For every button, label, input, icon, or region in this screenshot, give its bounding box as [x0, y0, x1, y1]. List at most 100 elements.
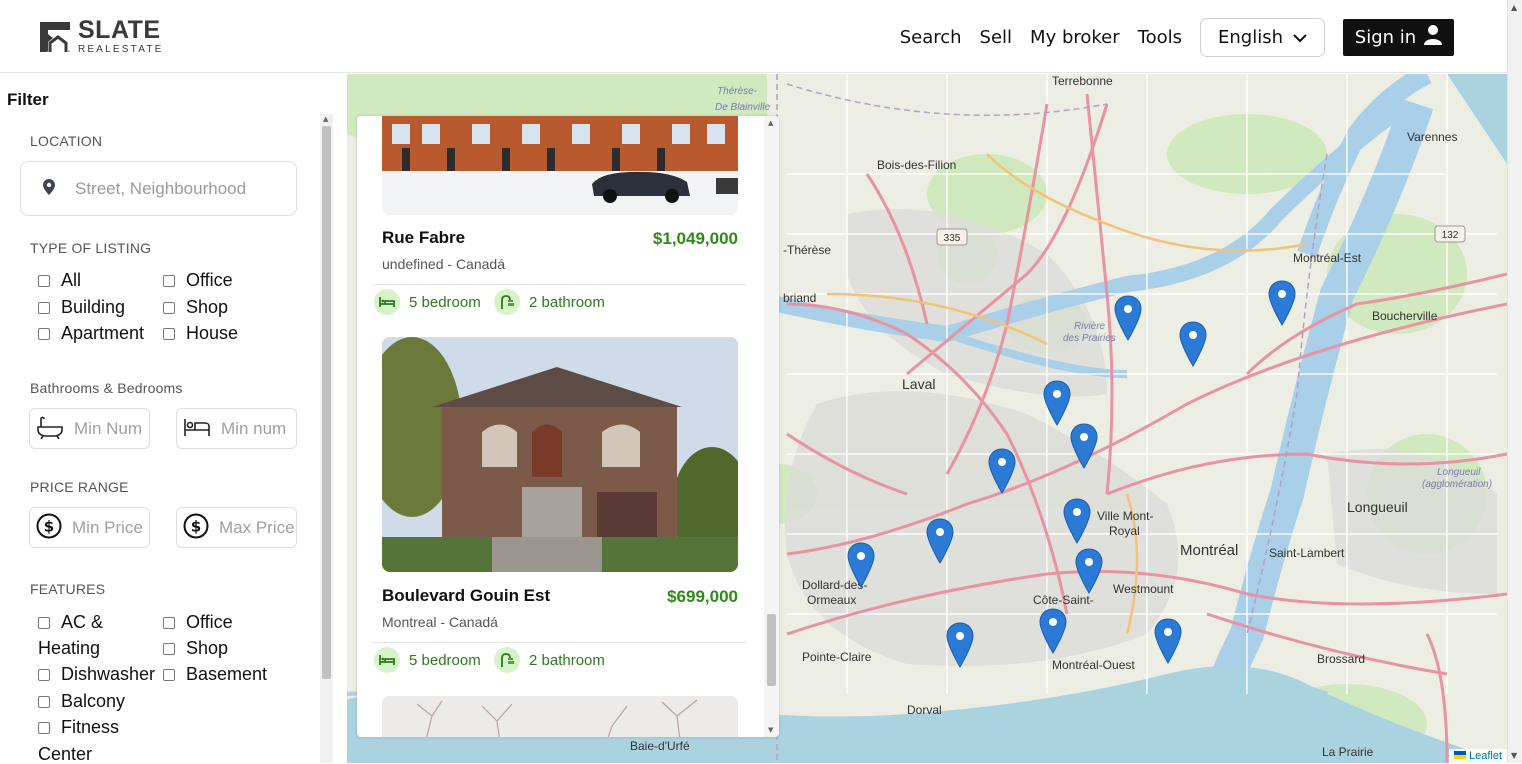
sign-in-button[interactable]: Sign in: [1343, 19, 1454, 56]
divider: [372, 284, 746, 285]
scroll-up-arrow-icon[interactable]: ▲: [1511, 3, 1517, 12]
map-label-la-prairie: La Prairie: [1322, 745, 1374, 759]
page-scrollbar[interactable]: ▲ ▼: [1507, 0, 1522, 763]
listing-location: Montreal - Canadá: [382, 614, 498, 630]
sidebar-scroll-thumb[interactable]: [322, 126, 331, 679]
map-label-laval: Laval: [902, 376, 935, 392]
map-label-cote-saint-luc: Côte-Saint-: [1033, 593, 1094, 607]
logo-text: SLATE: [78, 16, 161, 44]
feature-dishwasher-checkbox[interactable]: Dishwasher: [38, 664, 155, 685]
checkbox[interactable]: [38, 274, 50, 287]
bed-icon: [374, 289, 400, 315]
feature-shop-label: Shop: [186, 638, 229, 658]
feature-ac-label: AC &: [61, 612, 104, 632]
map-label-montreal: Montréal: [1180, 542, 1238, 559]
type-apartment-label: Apartment: [61, 323, 145, 343]
dollar-icon: $: [183, 513, 209, 543]
location-placeholder: Street, Neighbourhood: [75, 178, 247, 198]
dollar-icon: $: [36, 513, 62, 543]
map-label-de-blainville: De Blainville: [715, 102, 770, 113]
checkbox[interactable]: [38, 327, 50, 340]
feature-ac-checkbox[interactable]: AC &: [38, 612, 103, 633]
bedrooms-text: 5 bedroom: [409, 293, 481, 311]
map-label-baie-durfe: Baie-d'Urfé: [630, 739, 690, 753]
sidebar-scrollbar[interactable]: ▲: [320, 114, 333, 763]
checkbox[interactable]: [38, 721, 50, 734]
min-bathrooms-input[interactable]: Min Num: [29, 408, 150, 449]
listings-scrollbar[interactable]: ▲ ▼: [764, 116, 779, 737]
nav-search[interactable]: Search: [900, 27, 962, 48]
nav-tools[interactable]: Tools: [1138, 27, 1182, 48]
location-input[interactable]: Street, Neighbourhood: [20, 161, 297, 216]
map-label-bois-des-filion: Bois-des-Filion: [877, 158, 956, 172]
feature-shop-checkbox[interactable]: Shop: [163, 638, 228, 659]
feature-balcony-checkbox[interactable]: Balcony: [38, 691, 125, 712]
type-shop-checkbox[interactable]: Shop: [163, 297, 228, 318]
checkbox[interactable]: [163, 616, 175, 629]
map-label-brossard: Brossard: [1317, 652, 1365, 666]
type-apartment-checkbox[interactable]: Apartment: [38, 323, 144, 344]
attribution-link[interactable]: Leaflet: [1469, 750, 1502, 762]
svg-text:335: 335: [944, 233, 961, 244]
type-building-checkbox[interactable]: Building: [38, 297, 125, 318]
language-select[interactable]: English: [1200, 18, 1325, 57]
listing-image[interactable]: [382, 116, 738, 215]
listing-title[interactable]: Rue Fabre: [382, 228, 465, 248]
listing-image[interactable]: [382, 337, 738, 572]
filter-title: Filter: [7, 90, 49, 109]
map-label-montreal-est: Montréal-Est: [1293, 251, 1362, 265]
scroll-down-arrow-icon[interactable]: ▼: [1511, 751, 1517, 760]
scroll-up-arrow-icon[interactable]: ▲: [323, 115, 328, 123]
listing-price: $699,000: [667, 587, 738, 606]
type-of-listing-label: TYPE OF LISTING: [30, 240, 152, 256]
type-all-checkbox[interactable]: All: [38, 270, 81, 291]
nav-my-broker[interactable]: My broker: [1030, 27, 1120, 48]
feature-office-checkbox[interactable]: Office: [163, 612, 233, 633]
logo[interactable]: SLATE REALESTATE: [38, 18, 164, 55]
checkbox[interactable]: [38, 301, 50, 314]
max-price-input[interactable]: $ Max Price: [176, 507, 297, 548]
checkbox[interactable]: [38, 616, 50, 629]
ukraine-flag-icon: [1453, 751, 1466, 759]
scroll-up-arrow-icon[interactable]: ▲: [768, 119, 773, 127]
scroll-down-arrow-icon[interactable]: ▼: [768, 726, 773, 734]
location-label: LOCATION: [30, 133, 103, 149]
features-label: FEATURES: [30, 581, 106, 597]
min-bedrooms-input[interactable]: Min num: [176, 408, 297, 449]
min-price-input[interactable]: $ Min Price: [29, 507, 150, 548]
language-label: English: [1218, 27, 1283, 48]
main-nav: Search Sell My broker Tools English Sign…: [882, 18, 1454, 57]
map-label-westmount: Westmount: [1113, 582, 1174, 596]
checkbox[interactable]: [163, 274, 175, 287]
checkbox[interactable]: [38, 695, 50, 708]
listing-image[interactable]: [382, 696, 738, 737]
feature-center-label: Center: [38, 744, 93, 764]
checkbox[interactable]: [163, 301, 175, 314]
sign-in-label: Sign in: [1354, 27, 1417, 48]
svg-text:$: $: [44, 517, 54, 535]
filter-panel: LOCATION Street, Neighbourhood TYPE OF L…: [0, 114, 333, 764]
chevron-down-icon: [1293, 27, 1307, 48]
map-label-saint-lambert: Saint-Lambert: [1269, 546, 1345, 560]
bed-icon: [183, 416, 211, 442]
type-house-checkbox[interactable]: House: [163, 323, 238, 344]
winter-trees-photo: [382, 696, 738, 737]
type-all-label: All: [61, 270, 82, 290]
map-label-dorval: Dorval: [907, 703, 942, 717]
type-shop-label: Shop: [186, 297, 229, 317]
checkbox[interactable]: [38, 668, 50, 681]
checkbox[interactable]: [163, 642, 175, 655]
type-office-checkbox[interactable]: Office: [163, 270, 233, 291]
listing-title[interactable]: Boulevard Gouin Est: [382, 586, 550, 606]
feature-fitness-checkbox[interactable]: Fitness: [38, 717, 119, 738]
listings-scroll-thumb[interactable]: [767, 614, 776, 686]
bedrooms-text: 5 bedroom: [409, 651, 481, 669]
leaflet-attribution[interactable]: Leaflet: [1448, 749, 1507, 763]
feature-basement-checkbox[interactable]: Basement: [163, 664, 267, 685]
feature-heating-label: Heating: [38, 638, 101, 658]
user-icon: [1424, 25, 1443, 50]
nav-sell[interactable]: Sell: [980, 27, 1013, 48]
svg-text:$: $: [191, 517, 201, 535]
checkbox[interactable]: [163, 327, 175, 340]
checkbox[interactable]: [163, 668, 175, 681]
